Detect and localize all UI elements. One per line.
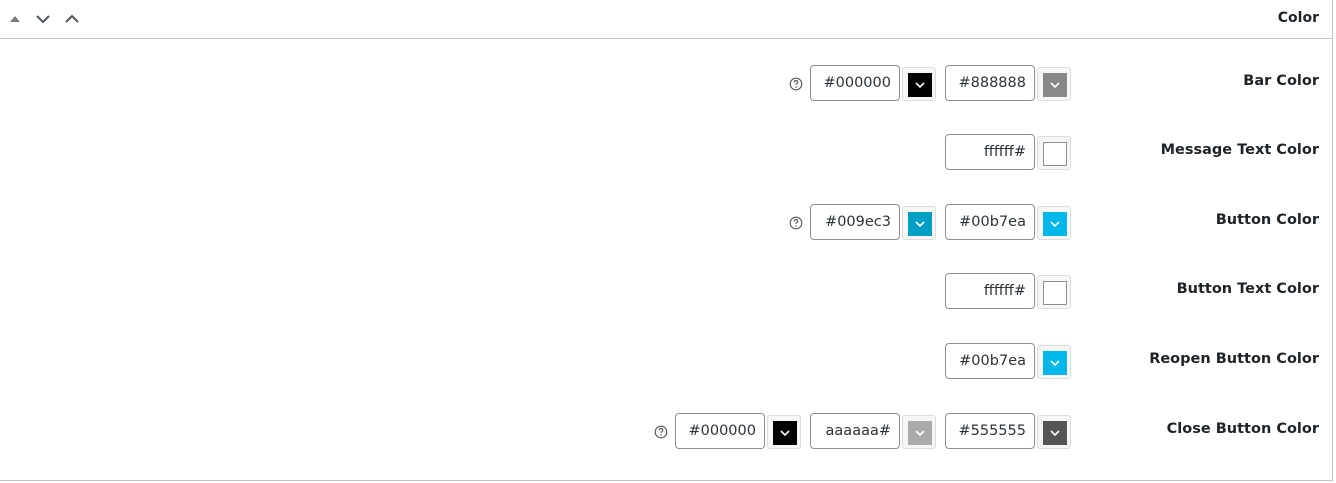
expand-chevron-up-icon[interactable]	[62, 9, 82, 29]
chevron-down-icon	[908, 73, 932, 97]
color-picker-button[interactable]	[1037, 67, 1071, 101]
panel-header: Color	[0, 0, 1332, 39]
color-hex-input[interactable]: ffffff#	[945, 273, 1035, 309]
color-picker-button[interactable]	[1037, 415, 1071, 449]
row-label: Bar Color	[1243, 73, 1319, 89]
color-hex-input[interactable]: #555555	[945, 413, 1035, 449]
color-swatch	[773, 421, 797, 445]
color-picker-button[interactable]	[767, 415, 801, 449]
color-swatch	[1043, 421, 1067, 445]
help-icon[interactable]	[789, 215, 803, 230]
color-hex-input[interactable]: #888888	[945, 65, 1035, 101]
color-swatch	[1043, 212, 1067, 236]
row-label: Message Text Color	[1160, 142, 1319, 158]
chevron-down-icon	[1043, 73, 1067, 97]
color-swatch	[1043, 351, 1067, 375]
color-picker-button[interactable]	[902, 415, 936, 449]
chevron-down-icon	[908, 421, 932, 445]
chevron-down-icon	[1043, 212, 1067, 236]
color-row: ffffff# Button Text Color	[0, 273, 1332, 309]
chevron-down-icon	[908, 212, 932, 236]
row-label: Close Button Color	[1166, 421, 1319, 437]
color-picker-button[interactable]	[1037, 345, 1071, 379]
color-hex-input[interactable]: #000000	[810, 65, 900, 101]
color-row: #00b7ea Reopen Button Color	[0, 343, 1332, 379]
help-icon[interactable]	[789, 76, 803, 91]
color-picker-button[interactable]	[1037, 206, 1071, 240]
color-row: #009ec3 #00b7ea Button Color	[0, 204, 1332, 240]
color-row: ffffff# Message Text Color	[0, 134, 1332, 170]
color-hex-input[interactable]: #000000	[675, 413, 765, 449]
color-row: #000000 aaaaaa# #555555 Close Button Color	[0, 413, 1332, 449]
color-row: #000000 #888888 Bar Color	[0, 65, 1332, 101]
chevron-down-icon	[1043, 351, 1067, 375]
chevron-down-icon	[773, 421, 797, 445]
chevron-down-icon	[1043, 421, 1067, 445]
collapse-chevron-down-icon[interactable]	[33, 9, 53, 29]
move-up-icon[interactable]	[5, 9, 25, 29]
color-swatch	[908, 73, 932, 97]
color-picker-button[interactable]	[1037, 136, 1071, 170]
color-hex-input[interactable]: ffffff#	[945, 134, 1035, 170]
color-hex-input[interactable]: aaaaaa#	[810, 413, 900, 449]
row-label: Reopen Button Color	[1149, 351, 1319, 367]
panel-title: Color	[1277, 10, 1319, 26]
color-picker-button[interactable]	[902, 206, 936, 240]
row-label: Button Color	[1215, 212, 1319, 228]
color-swatch	[908, 421, 932, 445]
color-picker-button[interactable]	[1037, 275, 1071, 309]
color-swatch	[1043, 281, 1067, 305]
color-settings-panel: Color #000000 #888888 Bar Color ffffff# Mess…	[0, 0, 1333, 481]
help-icon[interactable]	[654, 424, 668, 439]
color-hex-input[interactable]: #00b7ea	[945, 343, 1035, 379]
color-hex-input[interactable]: #00b7ea	[945, 204, 1035, 240]
color-hex-input[interactable]: #009ec3	[810, 204, 900, 240]
color-swatch	[1043, 73, 1067, 97]
color-swatch	[908, 212, 932, 236]
color-swatch	[1043, 142, 1067, 166]
color-picker-button[interactable]	[902, 67, 936, 101]
row-label: Button Text Color	[1176, 281, 1319, 297]
